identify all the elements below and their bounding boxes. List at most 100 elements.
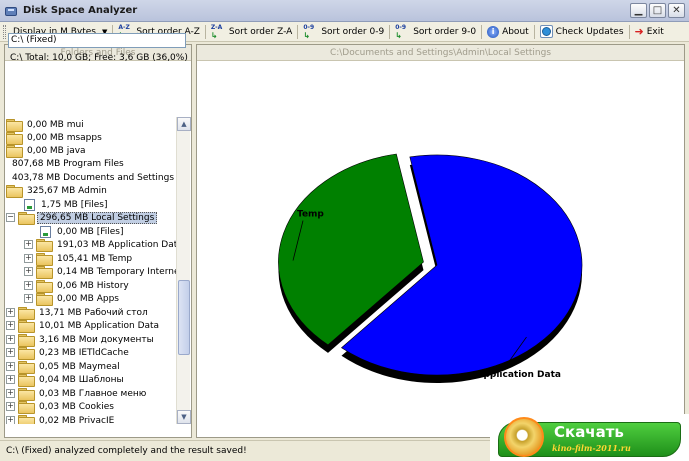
expand-icon[interactable]: + [24,240,33,249]
tree-node[interactable]: +3,16 MB Мои документы [6,333,156,347]
folder-icon [36,293,53,306]
tree-node[interactable]: +0,06 MB History [24,279,131,293]
disc-icon [504,417,544,457]
sort-za-button[interactable]: Z-A ↳ Sort order Z-A [208,23,295,41]
folder-icon [18,334,35,347]
expand-icon[interactable]: + [6,402,15,411]
check-updates-button[interactable]: Check Updates [537,23,627,41]
folder-icon [6,185,23,198]
scroll-up-icon[interactable]: ▲ [177,117,191,131]
sort-90-icon: 0-9 ↳ [395,23,407,40]
folder-icon [6,132,23,145]
folder-icon [18,320,35,333]
expand-icon[interactable]: + [6,362,15,371]
tree-node[interactable]: +0,02 MB PrivacIE [6,414,116,424]
folder-tree[interactable]: 0,00 MB mui 0,00 MB msapps 0,00 MB java … [4,117,176,424]
minimize-button[interactable]: ▁ [630,3,647,18]
drive-summary: C:\ Total: 10,0 GB; Free: 3,6 GB (36,0%) [10,53,188,63]
scroll-down-icon[interactable]: ▼ [177,410,191,424]
info-icon: i [487,25,500,38]
download-badge[interactable]: Скачать kino-film-2011.ru [490,414,689,461]
tree-node[interactable]: 325,67 MB Admin [6,184,109,198]
folder-icon [18,401,35,414]
tree-node[interactable]: +0,03 MB Главное меню [6,387,148,401]
tree-node[interactable]: +0,05 MB Maymeal [6,360,122,374]
folder-icon [36,253,53,266]
title-bar: Disk Space Analyzer ▁ □ ✕ [0,0,689,22]
sort-za-icon: Z-A ↳ [210,23,223,40]
tree-node[interactable]: 0,00 MB msapps [6,131,104,145]
toolbar-separator [481,24,483,39]
file-icon [40,225,51,238]
tree-node-selected[interactable]: −296,65 MB Local Settings [6,211,158,225]
sort-09-icon: 0-9 ↳ [303,23,315,40]
toolbar-separator [297,24,299,39]
sort-09-button[interactable]: 0-9 ↳ Sort order 0-9 [300,23,387,41]
tree-node[interactable]: +0,00 MB Apps [24,292,121,306]
chart-panel: C:\Documents and Settings\Admin\Local Se… [196,44,685,438]
tree-node[interactable]: +105,41 MB Temp [24,252,134,266]
toolbar-separator [628,24,630,39]
tree-node[interactable]: 0,00 MB java [6,144,88,158]
folder-icon [18,307,35,320]
expand-icon[interactable]: + [6,321,15,330]
tree-node[interactable]: +191,03 MB Application Data [24,238,176,252]
badge-title: Скачать [554,423,624,441]
drive-path-field[interactable]: C:\ (Fixed) [8,33,186,48]
tree-node[interactable]: 0,00 MB [Files] [40,225,125,238]
expand-icon[interactable]: + [6,308,15,317]
exit-button[interactable]: ➜ Exit [632,23,667,41]
tree-node[interactable]: 403,78 MB Documents and Settings [10,171,176,184]
expand-icon[interactable]: + [6,375,15,384]
folder-icon [36,280,53,293]
expand-icon[interactable]: + [24,281,33,290]
folder-icon [18,374,35,387]
tree-node[interactable]: +0,04 MB Шаблоны [6,373,126,387]
toolbar-separator [204,24,206,39]
tree-node[interactable]: +10,01 MB Application Data [6,319,161,333]
pie-chart: Application Data Temp [278,153,583,383]
tree-node[interactable]: 1,75 MB [Files] [24,198,109,211]
expand-icon[interactable]: + [6,389,15,398]
expand-icon[interactable]: + [24,294,33,303]
folder-icon [6,145,23,158]
chart-panel-header: C:\Documents and Settings\Admin\Local Se… [197,45,684,61]
tree-node[interactable]: 0,00 MB mui [6,118,86,132]
folder-icon [18,388,35,401]
tree-node[interactable]: +13,71 MB Рабочий стол [6,306,150,320]
toolbar-separator [389,24,391,39]
exit-arrow-icon: ➜ [634,25,644,38]
sort-90-button[interactable]: 0-9 ↳ Sort order 9-0 [392,23,479,41]
expand-icon[interactable]: + [6,348,15,357]
close-button[interactable]: ✕ [668,3,685,18]
disk-app-icon [4,4,18,18]
expand-icon[interactable]: + [24,267,33,276]
folder-icon [18,347,35,360]
expand-icon[interactable]: + [6,335,15,344]
folder-icon [18,361,35,374]
pie-slice-label: Application Data [476,370,560,380]
folder-icon [18,212,35,225]
expand-icon[interactable]: + [6,416,15,424]
expand-icon[interactable]: + [24,254,33,263]
tree-scrollbar[interactable]: ▲ ▼ [176,117,191,424]
folder-icon [36,266,53,279]
pie-slice-label: Temp [297,210,324,220]
globe-update-icon [539,25,553,38]
tree-node[interactable]: 807,68 MB Program Files [10,157,126,170]
maximize-button[interactable]: □ [649,3,666,18]
tree-node[interactable]: +0,03 MB Cookies [6,400,116,414]
folder-icon [36,239,53,252]
folder-icon [6,119,23,132]
toolbar-grip[interactable] [3,24,6,39]
window-title: Disk Space Analyzer [23,5,138,16]
toolbar-separator [533,24,535,39]
folder-icon [18,415,35,424]
tree-node[interactable]: +0,23 MB IETldCache [6,346,131,360]
scroll-thumb[interactable] [178,280,190,355]
file-icon [24,198,35,211]
tree-node[interactable]: +0,14 MB Temporary Internet [24,265,176,279]
about-button[interactable]: i About [484,23,532,41]
badge-subtitle: kino-film-2011.ru [552,443,631,453]
collapse-icon[interactable]: − [6,213,15,222]
